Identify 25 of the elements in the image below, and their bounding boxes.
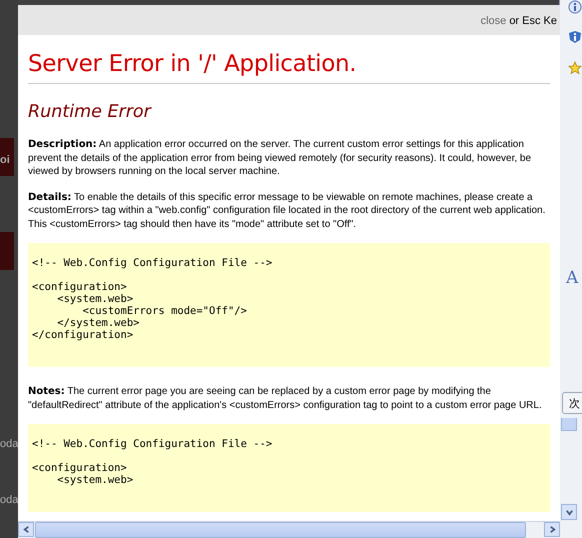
- close-link[interactable]: close: [480, 15, 506, 27]
- error-paragraph: Description: An application error occurred on the server. The current custom error settings for this application prevent the details of the application error from being viewed remotely (for security reasons). It could, however, be viewed by browsers running on the local server machine.: [28, 138, 532, 178]
- background-text: oda: [0, 438, 18, 450]
- close-hint: or Esc Ke: [509, 15, 557, 27]
- scroll-down-button[interactable]: [561, 504, 577, 520]
- error-paragraph: Notes: The current error page you are seeing can be replaced by a custom error page by modifying the "defaultRedirect" attribute of the application's <customErrors> configuration tag to point to a custom error page URL.: [28, 385, 543, 412]
- chevron-left-icon: [22, 525, 30, 534]
- star-icon[interactable]: [568, 61, 582, 75]
- background-panel: [0, 138, 14, 176]
- font-size-button[interactable]: A: [566, 268, 578, 288]
- background-text: oi: [0, 154, 10, 166]
- scroll-right-button[interactable]: [544, 522, 560, 537]
- side-tab[interactable]: 次: [562, 392, 582, 414]
- error-title: Server Error in '/' Application.: [28, 51, 358, 77]
- error-subtitle: Runtime Error: [28, 102, 153, 122]
- code-block: <!-- Web.Config Configuration File --> <configuration> <system.web> <customErrors mode="Off"/> </system.web> </configuration>: [28, 243, 550, 367]
- background-text: oda: [0, 494, 18, 506]
- info-icon[interactable]: [568, 30, 582, 44]
- background-panel: [0, 232, 14, 270]
- code-block: <!-- Web.Config Configuration File --> <configuration> <system.web>: [28, 424, 550, 512]
- error-paragraph: Details: To enable the details of this specific error message to be viewable on remote machines, please create a <customErrors> tag within a "web.config" configuration file located in the root directory of the current web application. This <customErrors> tag should then have its "mode" attribute set to "Off".: [28, 190, 546, 231]
- chevron-down-icon: [564, 508, 574, 516]
- scroll-left-button[interactable]: [18, 522, 34, 537]
- info-icon[interactable]: [568, 0, 582, 14]
- chevron-right-icon: [548, 525, 556, 534]
